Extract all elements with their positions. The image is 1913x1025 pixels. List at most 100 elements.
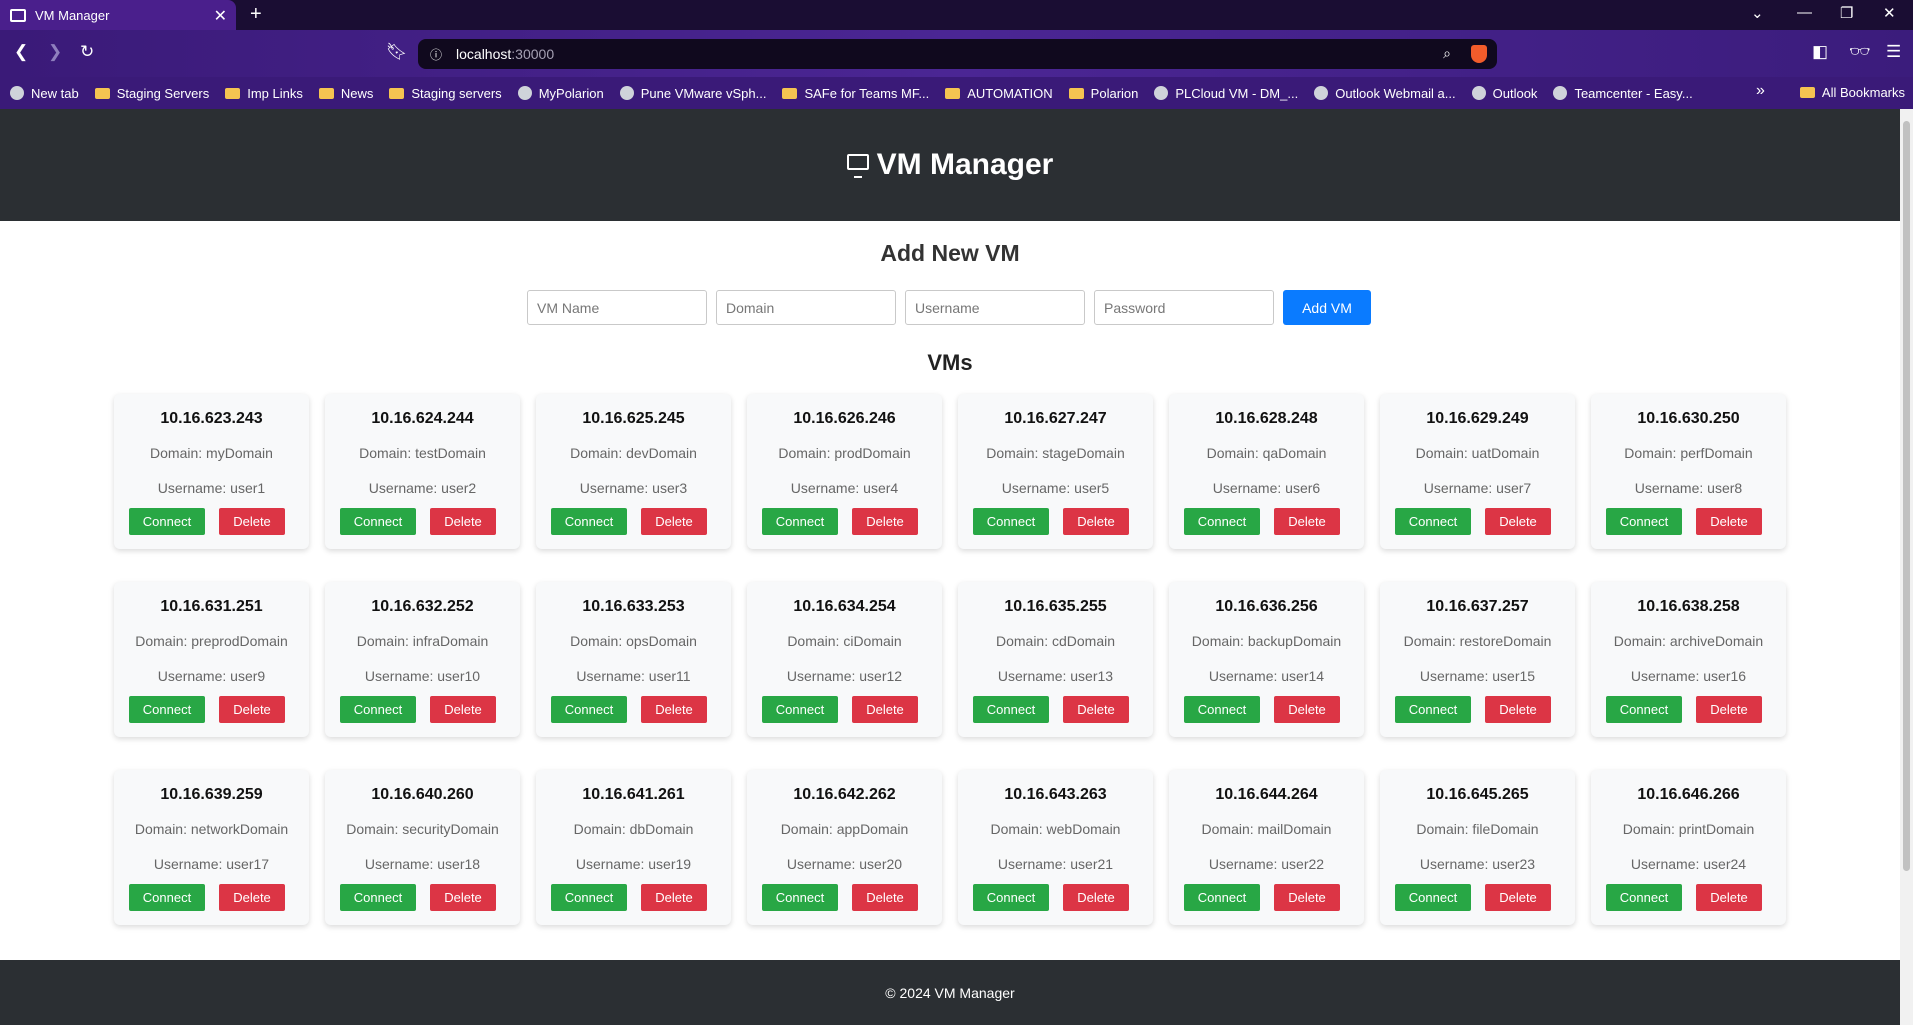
folder-icon: [945, 87, 961, 99]
connect-button[interactable]: Connect: [973, 508, 1049, 535]
delete-button[interactable]: Delete: [641, 696, 707, 723]
delete-button[interactable]: Delete: [1274, 696, 1340, 723]
close-window-icon[interactable]: ✕: [1883, 4, 1896, 22]
delete-button[interactable]: Delete: [1274, 508, 1340, 535]
site-icon: [1154, 86, 1169, 100]
bookmark-item[interactable]: PLCloud VM - DM_...: [1154, 86, 1298, 101]
delete-button[interactable]: Delete: [1485, 508, 1551, 535]
more-bookmarks-icon[interactable]: »: [1756, 82, 1765, 100]
browser-tab[interactable]: VM Manager ✕: [0, 0, 236, 30]
connect-button[interactable]: Connect: [762, 884, 838, 911]
bookmark-item[interactable]: AUTOMATION: [945, 86, 1053, 101]
delete-button[interactable]: Delete: [430, 884, 496, 911]
all-bookmarks-button[interactable]: All Bookmarks: [1799, 85, 1905, 100]
delete-button[interactable]: Delete: [852, 696, 918, 723]
bookmark-item[interactable]: Teamcenter - Easy...: [1553, 86, 1693, 101]
connect-button[interactable]: Connect: [129, 884, 205, 911]
menu-icon[interactable]: ☰: [1886, 42, 1901, 62]
delete-button[interactable]: Delete: [641, 884, 707, 911]
connect-button[interactable]: Connect: [1395, 508, 1471, 535]
vm-username: Username: user19: [575, 856, 692, 872]
vm-username: Username: user22: [1208, 856, 1325, 872]
page-scrollbar[interactable]: [1900, 109, 1913, 1025]
connect-button[interactable]: Connect: [129, 508, 205, 535]
connect-button[interactable]: Connect: [1606, 508, 1682, 535]
address-bar[interactable]: ⓘ localhost:30000 ⌕: [418, 39, 1497, 69]
delete-button[interactable]: Delete: [219, 696, 285, 723]
brave-shield-icon[interactable]: [1471, 45, 1487, 63]
bookmark-icon[interactable]: 🔖︎: [386, 42, 408, 62]
connect-button[interactable]: Connect: [340, 508, 416, 535]
connect-button[interactable]: Connect: [973, 884, 1049, 911]
vm-name-input[interactable]: [527, 290, 707, 325]
password-input[interactable]: [1094, 290, 1274, 325]
vm-card: 10.16.637.257 Domain: restoreDomain Userna…: [1380, 582, 1575, 737]
vm-domain: Domain: cdDomain: [995, 633, 1116, 649]
vm-card: 10.16.624.244 Domain: testDomain Username:…: [325, 394, 520, 549]
delete-button[interactable]: Delete: [1063, 884, 1129, 911]
connect-button[interactable]: Connect: [340, 884, 416, 911]
connect-button[interactable]: Connect: [1395, 884, 1471, 911]
folder-icon: [782, 87, 798, 99]
connect-button[interactable]: Connect: [551, 884, 627, 911]
delete-button[interactable]: Delete: [1696, 884, 1762, 911]
reload-icon[interactable]: ↻: [80, 42, 94, 62]
connect-button[interactable]: Connect: [129, 696, 205, 723]
scrollbar-thumb[interactable]: [1903, 121, 1910, 871]
delete-button[interactable]: Delete: [852, 884, 918, 911]
bookmark-item[interactable]: MyPolarion: [517, 86, 604, 101]
delete-button[interactable]: Delete: [1274, 884, 1340, 911]
zoom-icon[interactable]: ⌕: [1443, 45, 1451, 62]
minimize-icon[interactable]: —: [1797, 4, 1812, 21]
delete-button[interactable]: Delete: [219, 884, 285, 911]
reader-mode-icon[interactable]: 👓︎: [1849, 42, 1871, 62]
delete-button[interactable]: Delete: [430, 508, 496, 535]
vm-ip: 10.16.645.265: [1426, 786, 1529, 803]
delete-button[interactable]: Delete: [1696, 508, 1762, 535]
bookmark-item[interactable]: Outlook: [1471, 86, 1537, 101]
connect-button[interactable]: Connect: [1606, 884, 1682, 911]
delete-button[interactable]: Delete: [1485, 696, 1551, 723]
new-tab-button[interactable]: +: [250, 3, 262, 26]
connect-button[interactable]: Connect: [762, 696, 838, 723]
restore-icon[interactable]: ❐: [1840, 4, 1853, 22]
domain-input[interactable]: [716, 290, 896, 325]
connect-button[interactable]: Connect: [1606, 696, 1682, 723]
vm-domain: Domain: printDomain: [1622, 821, 1755, 837]
connect-button[interactable]: Connect: [340, 696, 416, 723]
bookmark-item[interactable]: New tab: [10, 86, 79, 101]
bookmark-item[interactable]: SAFe for Teams MF...: [782, 86, 929, 101]
delete-button[interactable]: Delete: [852, 508, 918, 535]
delete-button[interactable]: Delete: [1063, 696, 1129, 723]
bookmark-item[interactable]: Pune VMware vSph...: [619, 86, 766, 101]
bookmark-item[interactable]: Outlook Webmail a...: [1314, 86, 1456, 101]
connect-button[interactable]: Connect: [762, 508, 838, 535]
connect-button[interactable]: Connect: [551, 696, 627, 723]
back-icon[interactable]: ❮: [14, 42, 28, 62]
bookmark-item[interactable]: Staging Servers: [94, 86, 209, 101]
delete-button[interactable]: Delete: [1063, 508, 1129, 535]
bookmark-item[interactable]: Staging servers: [389, 86, 502, 101]
close-tab-icon[interactable]: ✕: [214, 6, 227, 26]
site-info-icon[interactable]: ⓘ: [430, 46, 442, 63]
bookmark-item[interactable]: Imp Links: [225, 86, 303, 101]
connect-button[interactable]: Connect: [551, 508, 627, 535]
bookmark-item[interactable]: News: [318, 86, 373, 101]
connect-button[interactable]: Connect: [973, 696, 1049, 723]
tab-list-chevron-icon[interactable]: ⌄: [1751, 4, 1764, 22]
delete-button[interactable]: Delete: [1696, 696, 1762, 723]
connect-button[interactable]: Connect: [1395, 696, 1471, 723]
add-vm-button[interactable]: Add VM: [1283, 290, 1371, 325]
connect-button[interactable]: Connect: [1184, 884, 1260, 911]
sidebar-icon[interactable]: ◧: [1812, 42, 1828, 62]
connect-button[interactable]: Connect: [1184, 696, 1260, 723]
delete-button[interactable]: Delete: [641, 508, 707, 535]
bookmark-item[interactable]: Polarion: [1068, 86, 1138, 101]
username-input[interactable]: [905, 290, 1085, 325]
delete-button[interactable]: Delete: [430, 696, 496, 723]
delete-button[interactable]: Delete: [219, 508, 285, 535]
connect-button[interactable]: Connect: [1184, 508, 1260, 535]
delete-button[interactable]: Delete: [1485, 884, 1551, 911]
forward-icon[interactable]: ❯: [48, 42, 62, 62]
vm-ip: 10.16.646.266: [1637, 786, 1740, 803]
